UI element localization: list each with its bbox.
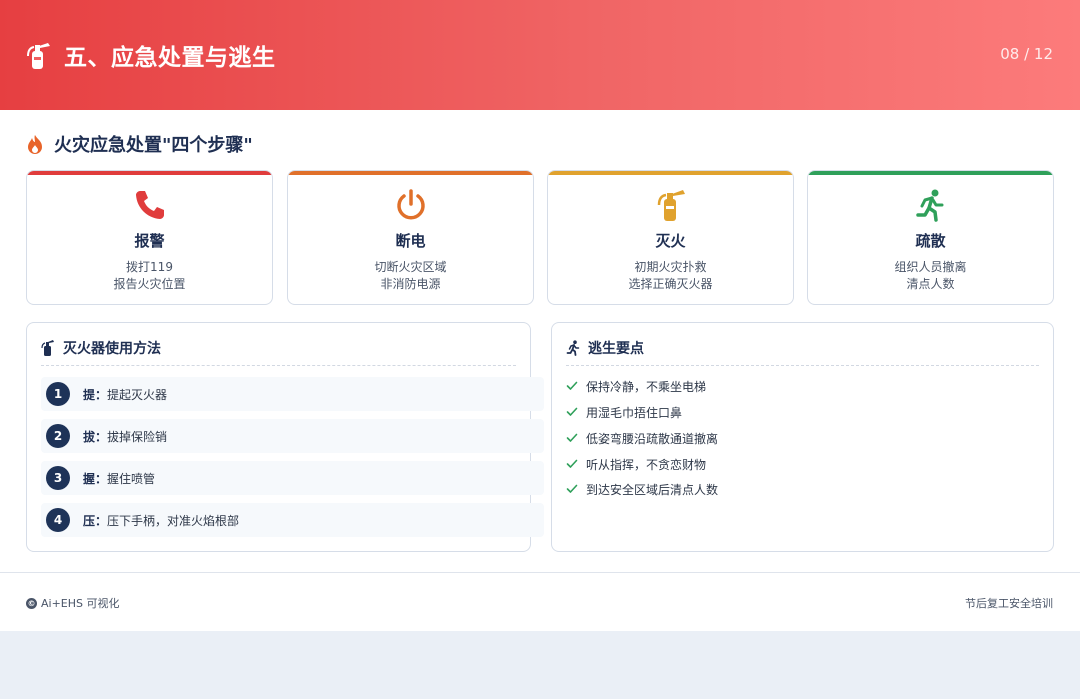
footer-brand-text: Ai+EHS 可视化 bbox=[41, 597, 120, 610]
copyright-icon: © bbox=[26, 597, 37, 609]
fire-extinguisher-icon bbox=[27, 43, 50, 69]
step-line: 清点人数 bbox=[906, 277, 955, 291]
check-icon bbox=[566, 407, 578, 416]
footer-course-name: 节后复工安全培训 bbox=[965, 597, 1053, 610]
footer-divider bbox=[0, 572, 1080, 573]
list-item: 4 压： 压下手柄，对准火焰根部 bbox=[41, 503, 544, 537]
running-person-icon bbox=[566, 339, 580, 356]
list-item: 低姿弯腰沿疏散通道撤离 bbox=[566, 429, 718, 447]
step-title: 疏散 bbox=[915, 232, 946, 250]
list-item: 1 提： 提起灭火器 bbox=[41, 377, 544, 411]
check-icon bbox=[566, 433, 578, 442]
panel-title: 灭火器使用方法 bbox=[63, 340, 161, 357]
step-card-alarm: 报警 拨打119 报告火灾位置 bbox=[26, 170, 273, 305]
fire-extinguisher-icon bbox=[657, 190, 685, 221]
list-item: 保持冷静，不乘坐电梯 bbox=[566, 377, 706, 395]
step-line: 非消防电源 bbox=[380, 277, 441, 291]
footer-brand: © Ai+EHS 可视化 bbox=[26, 595, 120, 611]
section-title: 火灾应急处置"四个步骤" bbox=[26, 131, 253, 157]
check-icon bbox=[566, 459, 578, 468]
step-desc: 握住喷管 bbox=[107, 471, 156, 486]
escape-points-panel: 逃生要点 保持冷静，不乘坐电梯 用湿毛巾捂住口鼻 低姿弯腰沿疏散通道撤离 听从指… bbox=[551, 322, 1054, 552]
card-accent-bar bbox=[808, 171, 1053, 175]
escape-point-text: 用湿毛巾捂住口鼻 bbox=[586, 405, 683, 420]
extinguisher-usage-panel: 灭火器使用方法 1 提： 提起灭火器 2 拔： 拔掉保险销 3 握： 握住喷管 … bbox=[26, 322, 544, 552]
step-desc: 压下手柄，对准火焰根部 bbox=[107, 513, 240, 528]
escape-point-text: 听从指挥，不贪恋财物 bbox=[586, 457, 707, 472]
step-title: 断电 bbox=[395, 232, 426, 250]
card-accent-bar bbox=[27, 171, 272, 175]
step-line: 选择正确灭火器 bbox=[628, 277, 713, 291]
step-key: 提： bbox=[83, 387, 108, 402]
list-item: 听从指挥，不贪恋财物 bbox=[566, 455, 706, 473]
list-item: 到达安全区域后清点人数 bbox=[566, 480, 718, 498]
step-line: 切断火灾区域 bbox=[374, 260, 447, 274]
step-title: 灭火 bbox=[655, 232, 686, 250]
step-number: 2 bbox=[46, 424, 70, 448]
power-icon bbox=[396, 189, 425, 220]
panel-header: 逃生要点 bbox=[566, 338, 1039, 366]
header: 五、应急处置与逃生 08 / 12 bbox=[0, 0, 1080, 110]
step-card-power-off: 断电 切断火灾区域 非消防电源 bbox=[287, 170, 534, 305]
step-key: 握： bbox=[83, 471, 108, 486]
step-key: 拔： bbox=[83, 429, 108, 444]
step-number: 3 bbox=[46, 466, 70, 490]
list-item: 2 拔： 拔掉保险销 bbox=[41, 419, 544, 453]
check-icon bbox=[566, 484, 578, 493]
step-desc: 提起灭火器 bbox=[107, 387, 168, 402]
step-title: 报警 bbox=[134, 232, 165, 250]
step-line: 报告火灾位置 bbox=[113, 277, 186, 291]
running-person-icon bbox=[915, 189, 943, 222]
panel-header: 灭火器使用方法 bbox=[41, 338, 516, 366]
card-accent-bar bbox=[548, 171, 793, 175]
step-line: 初期火灾扑救 bbox=[634, 260, 707, 274]
list-item: 3 握： 握住喷管 bbox=[41, 461, 544, 495]
card-accent-bar bbox=[288, 171, 533, 175]
step-number: 4 bbox=[46, 508, 70, 532]
escape-point-text: 低姿弯腰沿疏散通道撤离 bbox=[586, 431, 719, 446]
step-line: 拨打119 bbox=[126, 260, 173, 274]
fire-extinguisher-icon bbox=[41, 339, 54, 356]
fire-icon bbox=[28, 135, 42, 154]
step-key: 压： bbox=[83, 513, 108, 528]
list-item: 用湿毛巾捂住口鼻 bbox=[566, 403, 682, 421]
page-title: 五、应急处置与逃生 bbox=[64, 45, 276, 71]
section-title-text: 火灾应急处置"四个步骤" bbox=[54, 135, 253, 156]
panel-title: 逃生要点 bbox=[588, 340, 644, 357]
slide: 五、应急处置与逃生 08 / 12 火灾应急处置"四个步骤" 报警 拨打119 … bbox=[0, 0, 1080, 631]
escape-point-text: 保持冷静，不乘坐电梯 bbox=[586, 379, 707, 394]
phone-icon bbox=[135, 191, 164, 219]
step-desc: 拔掉保险销 bbox=[107, 429, 168, 444]
step-card-extinguish: 灭火 初期火灾扑救 选择正确灭火器 bbox=[547, 170, 794, 305]
check-icon bbox=[566, 381, 578, 390]
step-line: 组织人员撤离 bbox=[894, 260, 967, 274]
page-indicator: 08 / 12 bbox=[1000, 45, 1053, 63]
escape-point-text: 到达安全区域后清点人数 bbox=[586, 482, 719, 497]
step-card-evacuate: 疏散 组织人员撤离 清点人数 bbox=[807, 170, 1054, 305]
step-number: 1 bbox=[46, 382, 70, 406]
